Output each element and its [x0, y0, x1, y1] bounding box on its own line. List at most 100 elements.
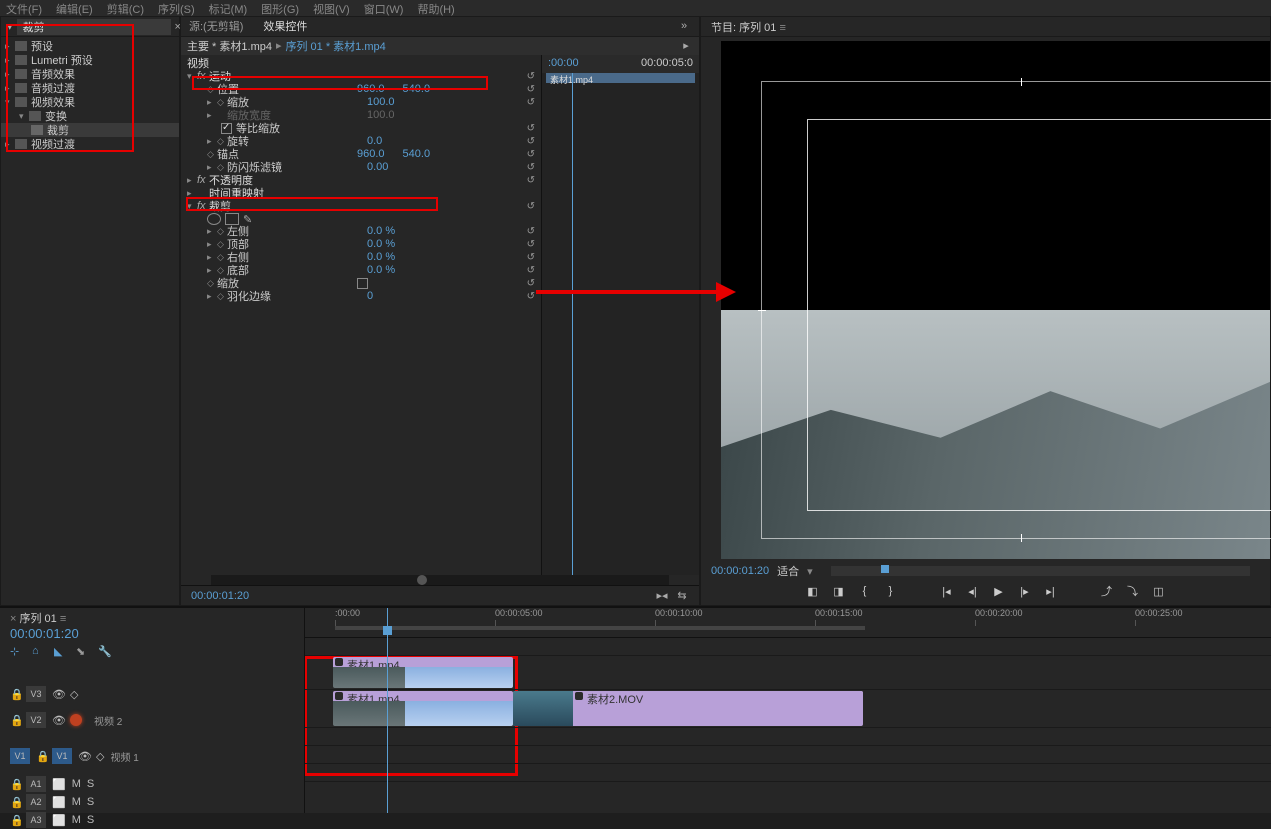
fx-crop[interactable]: 裁剪	[209, 198, 231, 214]
link-icon[interactable]: ⌂	[32, 645, 46, 659]
program-ruler[interactable]	[831, 566, 1250, 576]
program-monitor[interactable]	[721, 41, 1270, 559]
wrench-icon[interactable]: 🔧	[98, 645, 112, 659]
menu-item[interactable]: 编辑(E)	[56, 1, 93, 15]
lock-icon[interactable]: 🔒	[10, 714, 20, 727]
snap-icon[interactable]: ⊹	[10, 645, 24, 659]
track-header-a3[interactable]: 🔒A3⬜MS	[0, 811, 304, 829]
marker-icon[interactable]: ◣	[54, 645, 68, 659]
tree-transform[interactable]: ▾变换	[1, 109, 179, 123]
tree-crop-effect[interactable]: 裁剪	[1, 123, 179, 137]
mark-in-button[interactable]: ◧	[805, 583, 821, 599]
lock-icon[interactable]: 🔒	[10, 796, 20, 809]
program-tab[interactable]: 节目: 序列 01	[711, 22, 776, 34]
track-header-v1[interactable]: V1🔒V1👁◇视频 1	[0, 737, 304, 775]
mute-icon[interactable]: ⬜	[52, 796, 66, 809]
reset-icon[interactable]: ↺	[527, 201, 535, 212]
step-back-button[interactable]: ◂|	[965, 583, 981, 599]
lift-button[interactable]: ⤴	[1099, 583, 1115, 599]
comp-icon[interactable]: ▸◂	[655, 589, 669, 603]
tree-video-fx[interactable]: ▾视频效果	[1, 95, 179, 109]
zoom-fit-dropdown[interactable]: 适合	[777, 563, 799, 579]
tree-video-trans[interactable]: ▸视频过渡	[1, 137, 179, 151]
reset-icon[interactable]: ↺	[527, 226, 535, 237]
reset-icon[interactable]: ↺	[527, 252, 535, 263]
lock-icon[interactable]: 🔒	[10, 778, 20, 791]
playhead-icon[interactable]	[881, 565, 889, 573]
ellipse-mask-icon[interactable]	[207, 213, 221, 225]
menu-item[interactable]: 图形(G)	[261, 1, 299, 15]
lock-icon[interactable]: 🔒	[10, 814, 20, 827]
eye-icon[interactable]: 👁	[52, 714, 64, 727]
track-header-a1[interactable]: 🔒A1⬜MS	[0, 775, 304, 793]
tree-presets[interactable]: ▸预设	[1, 39, 179, 53]
checkbox-icon[interactable]	[221, 123, 232, 134]
menu-item[interactable]: 序列(S)	[158, 1, 195, 15]
reset-icon[interactable]: ↺	[527, 175, 535, 186]
mute-icon[interactable]: ⬜	[52, 778, 66, 791]
reset-icon[interactable]: ↺	[527, 71, 535, 82]
menu-item[interactable]: 标记(M)	[209, 1, 248, 15]
toggle-icon[interactable]: ◇	[70, 688, 78, 701]
reset-icon[interactable]: ↺	[527, 239, 535, 250]
toggle-icon[interactable]: ◇	[96, 750, 104, 763]
panel-menu-icon[interactable]: »	[677, 19, 691, 33]
record-icon[interactable]	[70, 714, 82, 726]
menu-item[interactable]: 剪辑(C)	[107, 1, 144, 15]
extract-button[interactable]: ⤵	[1125, 583, 1141, 599]
track-header-a2[interactable]: 🔒A2⬜MS	[0, 793, 304, 811]
program-timecode[interactable]: 00:00:01:20	[711, 565, 769, 577]
menu-item[interactable]: 文件(F)	[6, 1, 42, 15]
track-header-v3[interactable]: 🔒V3👁◇	[0, 685, 304, 703]
go-to-in-button[interactable]: |◂	[939, 583, 955, 599]
lock-icon[interactable]: 🔒	[10, 688, 20, 701]
timeline-timecode[interactable]: 00:00:01:20	[0, 626, 304, 641]
clip-v2[interactable]: 素材1.mp4	[333, 657, 513, 688]
eye-icon[interactable]: 👁	[52, 688, 64, 701]
tree-audio-trans[interactable]: ▸音频过渡	[1, 81, 179, 95]
ec-hscroll[interactable]	[211, 575, 669, 585]
timeline-tracks-area[interactable]: :00:00 00:00:05:00 00:00:10:00 00:00:15:…	[305, 608, 1271, 813]
tab-source[interactable]: 源:(无剪辑)	[189, 18, 243, 34]
reset-icon[interactable]: ↺	[527, 84, 535, 95]
clip-v1b[interactable]: 素材2.MOV	[513, 691, 863, 726]
effects-search-input[interactable]	[17, 19, 171, 35]
reset-icon[interactable]: ↺	[527, 123, 535, 134]
step-forward-button[interactable]: |▸	[1017, 583, 1033, 599]
reset-icon[interactable]: ↺	[527, 136, 535, 147]
mute-icon[interactable]: ⬜	[52, 814, 66, 827]
mark-out-button[interactable]: ◨	[831, 583, 847, 599]
reset-icon[interactable]: ↺	[527, 278, 535, 289]
eye-icon[interactable]: 👁	[78, 750, 90, 763]
tree-audio-fx[interactable]: ▸音频效果	[1, 67, 179, 81]
mark-clip-button[interactable]: {	[857, 583, 873, 599]
export-frame-button[interactable]: ◫	[1151, 583, 1167, 599]
track-a1[interactable]	[305, 728, 1271, 746]
track-v1[interactable]: 素材1.mp4 素材2.MOV	[305, 690, 1271, 728]
reset-icon[interactable]: ↺	[527, 265, 535, 276]
chevron-down-icon[interactable]: ▾	[7, 20, 13, 34]
sequence-tab[interactable]: 序列 01	[20, 613, 57, 625]
ec-mini-timeline[interactable]: :00:0000:00:05:0 素材1.mp4	[541, 55, 699, 576]
work-area[interactable]	[335, 626, 865, 630]
settings-icon[interactable]: ⬊	[76, 645, 90, 659]
menu-item[interactable]: 视图(V)	[313, 1, 350, 15]
checkbox-icon[interactable]	[357, 278, 368, 289]
reset-icon[interactable]: ↺	[527, 291, 535, 302]
comp-icon[interactable]: ⇆	[675, 589, 689, 603]
menu-item[interactable]: 窗口(W)	[364, 1, 404, 15]
mark-clip-button[interactable]: }	[883, 583, 899, 599]
tree-lumetri[interactable]: ▸Lumetri 预设	[1, 53, 179, 67]
ec-playhead[interactable]	[572, 73, 573, 576]
prop-crop-feather[interactable]: ▸◇羽化边缘0↺	[181, 290, 541, 303]
reset-icon[interactable]: ↺	[527, 97, 535, 108]
track-a3[interactable]	[305, 764, 1271, 782]
track-v3[interactable]	[305, 638, 1271, 656]
reset-icon[interactable]: ↺	[527, 149, 535, 160]
menu-item[interactable]: 帮助(H)	[417, 1, 454, 15]
play-icon[interactable]: ▸	[679, 39, 693, 53]
chevron-down-icon[interactable]: ▾	[807, 565, 813, 578]
ec-timecode[interactable]: 00:00:01:20	[191, 590, 249, 602]
breadcrumb-seq[interactable]: 序列 01 * 素材1.mp4	[286, 38, 386, 54]
lock-icon[interactable]: 🔒	[36, 750, 46, 763]
